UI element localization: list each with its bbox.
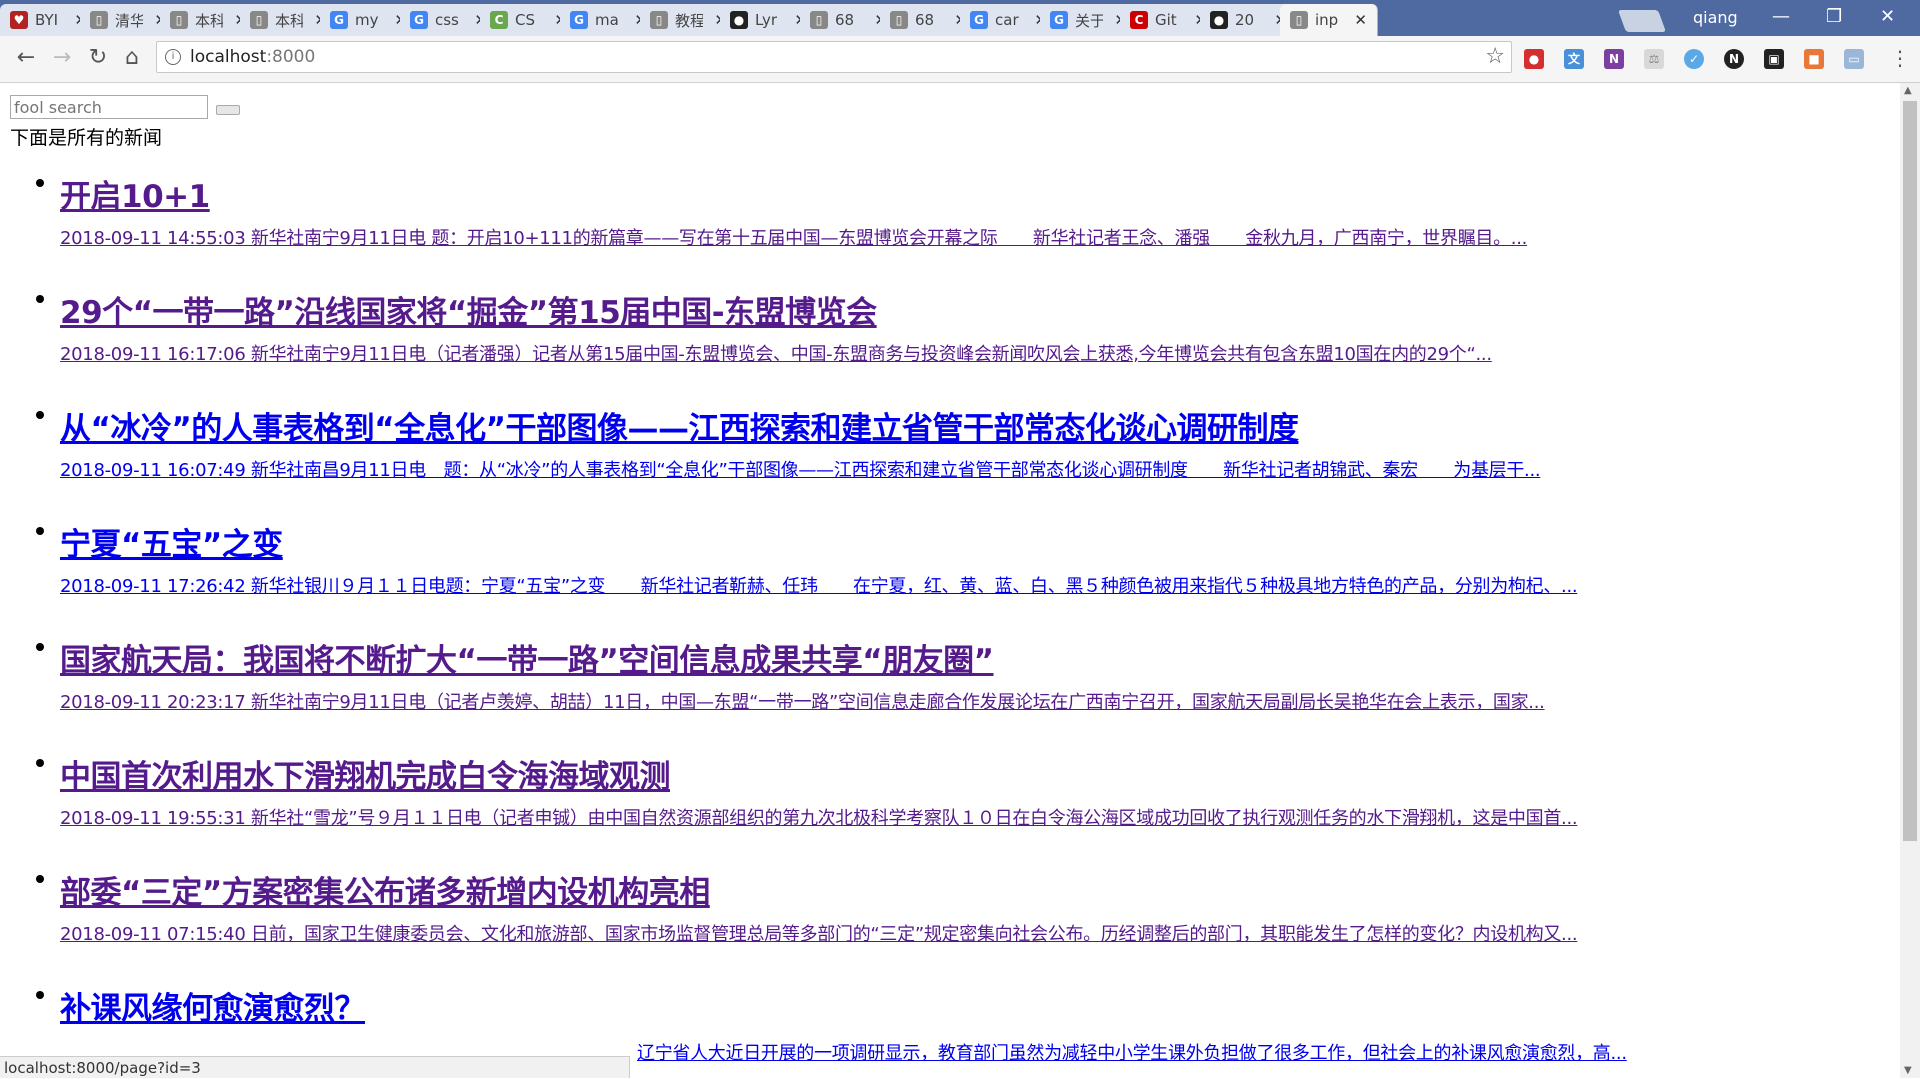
news-title-link[interactable]: 补课风缘何愈演愈烈？: [60, 983, 366, 1028]
tab-label: Git: [1155, 11, 1177, 29]
scrollbar[interactable]: ▲ ▼: [1900, 83, 1920, 1078]
address-port: :8000: [266, 47, 316, 67]
page-icon: ▯: [250, 11, 268, 29]
tab-label: 关于: [1075, 11, 1103, 30]
page-viewport: 下面是所有的新闻 开启10+1 2018-09-11 14:55:03 新华社南宁…: [0, 83, 1900, 1078]
address-host: localhost: [190, 47, 267, 67]
page-icon: ▯: [170, 11, 188, 29]
tab-label: ma: [595, 11, 619, 29]
bullet-icon: [36, 295, 44, 303]
extension-cast-icon[interactable]: ▭: [1844, 49, 1864, 69]
bullet-icon: [36, 991, 44, 999]
bird-icon: ♥: [10, 11, 28, 29]
news-summary-link[interactable]: 2018-09-11 16:17:06 新华社南宁9月11日电（记者潘强）记者从…: [60, 340, 1492, 366]
home-icon[interactable]: ⌂: [118, 44, 146, 72]
google-icon: G: [1050, 11, 1068, 29]
tab-label: 20: [1235, 11, 1255, 29]
tab-label: CS: [515, 11, 535, 29]
google-icon: G: [570, 11, 588, 29]
news-title-link[interactable]: 国家航天局：我国将不断扩大“一带一路”空间信息成果共享“朋友圈”: [60, 635, 994, 680]
address-bar[interactable]: i localhost:8000 ☆: [156, 41, 1512, 73]
news-summary-link[interactable]: 2018-09-11 07:15:40 日前，国家卫生健康委员会、文化和旅游部、…: [60, 920, 1578, 946]
news-title-link[interactable]: 宁夏“五宝”之变: [60, 519, 283, 564]
tab-label: 68: [835, 11, 855, 29]
menu-kebab-icon[interactable]: ⋮: [1890, 46, 1910, 70]
minimize-icon[interactable]: —: [1772, 6, 1790, 27]
forward-icon[interactable]: →: [48, 44, 76, 72]
news-summary-link[interactable]: 2018-09-11 17:26:42 新华社银川９月１１日电题：宁夏“五宝”之…: [60, 572, 1578, 598]
back-icon[interactable]: ←: [12, 44, 40, 72]
notion-icon[interactable]: N: [1724, 49, 1744, 69]
tab-label: 清华: [115, 11, 143, 30]
news-summary-link[interactable]: 2018-09-11 19:55:31 新华社“雪龙”号９月１１日电（记者申铖）…: [60, 804, 1578, 830]
tab-label: BYI: [35, 11, 59, 29]
extension-orange-icon[interactable]: ■: [1804, 49, 1824, 69]
news-title-link[interactable]: 从“冰冷”的人事表格到“全息化”干部图像——江西探索和建立省管干部常态化谈心调研…: [60, 403, 1299, 448]
tab-label: inp: [1315, 11, 1339, 29]
news-title-link[interactable]: 部委“三定”方案密集公布诸多新增内设机构亮相: [60, 867, 710, 912]
browser-toolbar: ← → ↻ ⌂ i localhost:8000 ☆ ● 文 N ⚖ ✓ N ▣…: [0, 36, 1920, 83]
tab-label: my: [355, 11, 379, 29]
onenote-icon[interactable]: N: [1604, 49, 1624, 69]
tab-label: Lyr: [755, 11, 778, 29]
page-icon: ▯: [90, 11, 108, 29]
info-icon[interactable]: i: [165, 49, 181, 65]
browser-tab[interactable]: ▯ inp ✕: [1280, 4, 1378, 36]
scroll-up-icon[interactable]: ▲: [1904, 85, 1912, 96]
page-intro: 下面是所有的新闻: [10, 127, 163, 149]
tab-strip: qiang — ❐ ✕ ♥BYI✕▯清华✕▯本科✕▯本科✕Gmy✕Gcss✕CC…: [0, 0, 1920, 36]
google-icon: G: [330, 11, 348, 29]
profile-name[interactable]: qiang: [1693, 8, 1738, 27]
close-tab-icon[interactable]: ✕: [1354, 11, 1367, 29]
bullet-icon: [36, 179, 44, 187]
bullet-icon: [36, 643, 44, 651]
scroll-thumb[interactable]: [1903, 101, 1917, 841]
tab-label: 68: [915, 11, 935, 29]
news-summary-link[interactable]: 2018-09-11 20:23:17 新华社南宁9月11日电（记者卢羡婷、胡喆…: [60, 688, 1545, 714]
news-title-link[interactable]: 29个“一带一路”沿线国家将“掘金”第15届中国-东盟博览会: [60, 287, 877, 332]
csdn-icon: C: [490, 11, 508, 29]
news-summary-link[interactable]: 2018-09-11 16:07:49 新华社南昌9月11日电 题：从“冰冷”的…: [60, 456, 1541, 482]
tab-label: 教程: [675, 11, 703, 30]
extension-mask-icon[interactable]: ▣: [1764, 49, 1784, 69]
bullet-icon: [36, 875, 44, 883]
bookmark-star-icon[interactable]: ☆: [1485, 44, 1505, 69]
page-icon: ▯: [1290, 11, 1308, 29]
tab-label: 本科: [275, 11, 303, 30]
github-icon: ●: [1210, 11, 1228, 29]
close-window-icon[interactable]: ✕: [1880, 6, 1895, 27]
google-icon: G: [970, 11, 988, 29]
tab-label: 本科: [195, 11, 223, 30]
google-icon: G: [410, 11, 428, 29]
search-input[interactable]: [10, 95, 208, 119]
news-title-link[interactable]: 开启10+1: [60, 171, 210, 216]
tab-label: car: [995, 11, 1019, 29]
bullet-icon: [36, 527, 44, 535]
news-summary-link[interactable]: 辽宁省人大近日开展的一项调研显示，教育部门虽然为减轻中小学生课外负担做了很多工作…: [637, 1039, 1627, 1065]
reload-icon[interactable]: ↻: [84, 44, 112, 72]
page-icon: ▯: [890, 11, 908, 29]
new-tab-button[interactable]: [1617, 10, 1667, 32]
extension-check-icon[interactable]: ✓: [1684, 49, 1704, 69]
github-icon: ●: [730, 11, 748, 29]
search-form: [10, 95, 240, 119]
maximize-icon[interactable]: ❐: [1826, 6, 1842, 27]
extension-gray-icon[interactable]: ⚖: [1644, 49, 1664, 69]
address-url[interactable]: localhost:8000: [190, 47, 315, 67]
search-button[interactable]: [216, 105, 240, 115]
page-icon: ▯: [650, 11, 668, 29]
bullet-icon: [36, 759, 44, 767]
status-bar: localhost:8000/page?id=3: [0, 1056, 630, 1078]
translate-icon[interactable]: 文: [1564, 49, 1584, 69]
c-icon: C: [1130, 11, 1148, 29]
page-icon: ▯: [810, 11, 828, 29]
news-title-link[interactable]: 中国首次利用水下滑翔机完成白令海海域观测: [60, 751, 671, 796]
bullet-icon: [36, 411, 44, 419]
news-summary-link[interactable]: 2018-09-11 14:55:03 新华社南宁9月11日电 题：开启10+1…: [60, 224, 1527, 250]
scroll-down-icon[interactable]: ▼: [1904, 1065, 1912, 1076]
tab-label: css: [435, 11, 459, 29]
extension-red-icon[interactable]: ●: [1524, 49, 1544, 69]
